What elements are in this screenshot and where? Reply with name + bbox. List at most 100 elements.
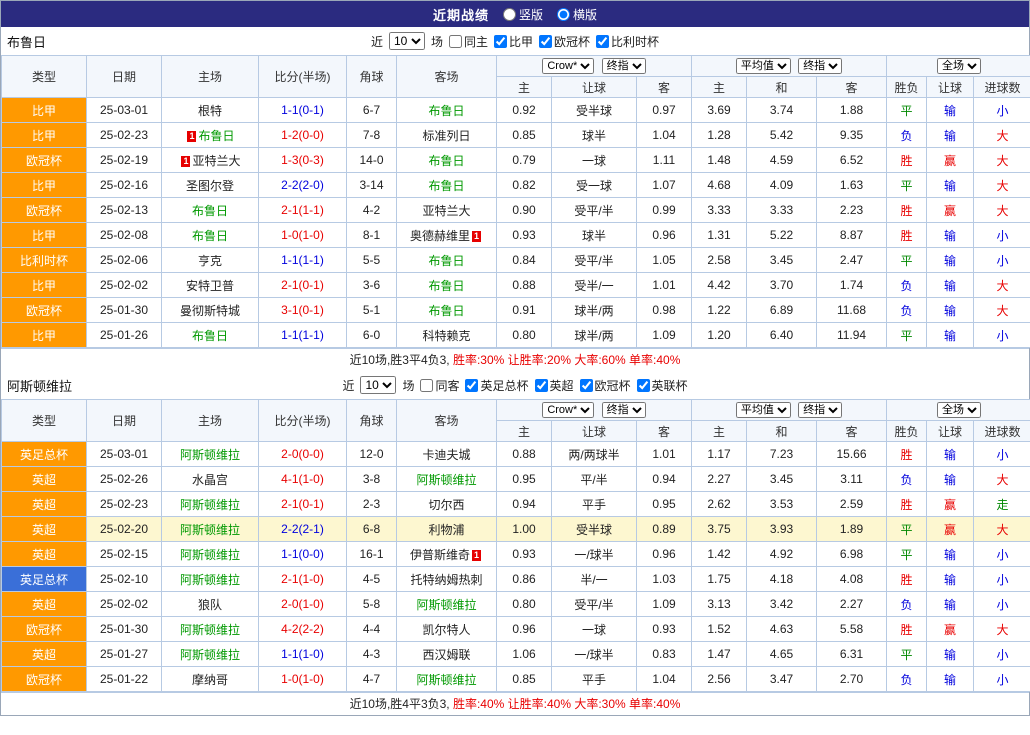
team-link[interactable]: 阿斯顿维拉 bbox=[180, 548, 240, 562]
match-count-select[interactable]: 10 bbox=[389, 32, 425, 50]
team-link[interactable]: 布鲁日 bbox=[192, 329, 228, 343]
team-link[interactable]: 伊普斯维奇 bbox=[410, 548, 470, 562]
same-venue-checkbox[interactable] bbox=[449, 35, 462, 48]
league-checkbox[interactable] bbox=[637, 379, 650, 392]
team-link[interactable]: 西汉姆联 bbox=[422, 648, 470, 662]
team-link[interactable]: 阿斯顿维拉 bbox=[180, 573, 240, 587]
layout-option-horizontal[interactable]: 横版 bbox=[557, 6, 597, 23]
handicap-away-odds: 1.01 bbox=[637, 442, 692, 467]
odds-source-select[interactable]: Crow* bbox=[542, 58, 594, 74]
league-checkbox[interactable] bbox=[465, 379, 478, 392]
team-link[interactable]: 托特纳姆热刺 bbox=[410, 573, 482, 587]
score-link[interactable]: 1-2(0-0) bbox=[281, 128, 324, 142]
team-link[interactable]: 阿斯顿维拉 bbox=[180, 448, 240, 462]
league-filter[interactable]: 英足总杯 bbox=[465, 377, 528, 394]
scope-select[interactable]: 全场 bbox=[937, 58, 981, 74]
league-checkbox[interactable] bbox=[539, 35, 552, 48]
team-link[interactable]: 根特 bbox=[198, 104, 222, 118]
league-filter[interactable]: 比甲 bbox=[494, 33, 533, 50]
odds-time-select[interactable]: 终指 bbox=[602, 58, 646, 74]
corners-cell: 3-14 bbox=[347, 173, 397, 198]
team-link[interactable]: 狼队 bbox=[198, 598, 222, 612]
team-link[interactable]: 凯尔特人 bbox=[422, 623, 470, 637]
team-link[interactable]: 布鲁日 bbox=[428, 154, 464, 168]
avg-home-odds: 2.58 bbox=[692, 248, 747, 273]
odds-source-select[interactable]: Crow* bbox=[542, 402, 594, 418]
team-link[interactable]: 亚特兰大 bbox=[192, 154, 240, 168]
score-link[interactable]: 1-1(1-0) bbox=[281, 647, 324, 661]
team-link[interactable]: 标准列日 bbox=[422, 129, 470, 143]
score-link[interactable]: 1-0(1-0) bbox=[281, 228, 324, 242]
team-link[interactable]: 利物浦 bbox=[428, 523, 464, 537]
team-link[interactable]: 布鲁日 bbox=[428, 179, 464, 193]
league-checkbox[interactable] bbox=[580, 379, 593, 392]
team-link[interactable]: 阿斯顿维拉 bbox=[180, 648, 240, 662]
team-link[interactable]: 亚特兰大 bbox=[422, 204, 470, 218]
team-link[interactable]: 布鲁日 bbox=[428, 304, 464, 318]
avg-source-select[interactable]: 平均值 bbox=[736, 58, 791, 74]
scope-select[interactable]: 全场 bbox=[937, 402, 981, 418]
team-link[interactable]: 布鲁日 bbox=[428, 279, 464, 293]
team-link[interactable]: 阿斯顿维拉 bbox=[416, 473, 476, 487]
same-venue-checkbox[interactable] bbox=[420, 379, 433, 392]
avg-draw-odds: 6.40 bbox=[747, 323, 817, 348]
team-link[interactable]: 布鲁日 bbox=[198, 129, 234, 143]
score-link[interactable]: 2-1(1-1) bbox=[281, 203, 324, 217]
league-filter[interactable]: 英超 bbox=[535, 377, 574, 394]
team-link[interactable]: 阿斯顿维拉 bbox=[180, 523, 240, 537]
team-link[interactable]: 布鲁日 bbox=[428, 104, 464, 118]
horizontal-layout-radio[interactable] bbox=[557, 8, 570, 21]
score-link[interactable]: 2-2(2-1) bbox=[281, 522, 324, 536]
avg-home-odds: 3.69 bbox=[692, 98, 747, 123]
team-link[interactable]: 摩纳哥 bbox=[192, 673, 228, 687]
same-venue-filter[interactable]: 同客 bbox=[420, 377, 459, 394]
score-link[interactable]: 2-0(0-0) bbox=[281, 447, 324, 461]
vertical-layout-radio[interactable] bbox=[503, 8, 516, 21]
team-link[interactable]: 奥德赫维里 bbox=[410, 229, 470, 243]
team-link[interactable]: 圣图尔登 bbox=[186, 179, 234, 193]
odds-time-select[interactable]: 终指 bbox=[602, 402, 646, 418]
avg-time-select[interactable]: 终指 bbox=[798, 402, 842, 418]
score-link[interactable]: 3-1(0-1) bbox=[281, 303, 324, 317]
team-link[interactable]: 曼彻斯特城 bbox=[180, 304, 240, 318]
team-link[interactable]: 布鲁日 bbox=[192, 204, 228, 218]
team-link[interactable]: 阿斯顿维拉 bbox=[180, 623, 240, 637]
team-link[interactable]: 阿斯顿维拉 bbox=[416, 673, 476, 687]
league-filter[interactable]: 比利时杯 bbox=[596, 33, 659, 50]
league-checkbox[interactable] bbox=[596, 35, 609, 48]
handicap-line: 球半/两 bbox=[552, 298, 637, 323]
score-link[interactable]: 1-1(0-0) bbox=[281, 547, 324, 561]
league-filter[interactable]: 欧冠杯 bbox=[580, 377, 631, 394]
match-count-select[interactable]: 10 bbox=[360, 376, 396, 394]
score-link[interactable]: 1-1(0-1) bbox=[281, 103, 324, 117]
score-link[interactable]: 2-1(1-0) bbox=[281, 572, 324, 586]
team-link[interactable]: 布鲁日 bbox=[192, 229, 228, 243]
league-checkbox[interactable] bbox=[535, 379, 548, 392]
score-link[interactable]: 2-1(0-1) bbox=[281, 278, 324, 292]
score-link[interactable]: 1-1(1-1) bbox=[281, 253, 324, 267]
score-link[interactable]: 1-3(0-3) bbox=[281, 153, 324, 167]
league-checkbox[interactable] bbox=[494, 35, 507, 48]
score-link[interactable]: 4-1(1-0) bbox=[281, 472, 324, 486]
team-link[interactable]: 切尔西 bbox=[428, 498, 464, 512]
team-link[interactable]: 亨克 bbox=[198, 254, 222, 268]
score-link[interactable]: 2-1(0-1) bbox=[281, 497, 324, 511]
team-link[interactable]: 阿斯顿维拉 bbox=[416, 598, 476, 612]
avg-time-select[interactable]: 终指 bbox=[798, 58, 842, 74]
score-link[interactable]: 4-2(2-2) bbox=[281, 622, 324, 636]
score-link[interactable]: 2-0(1-0) bbox=[281, 597, 324, 611]
league-filter[interactable]: 英联杯 bbox=[637, 377, 688, 394]
avg-source-select[interactable]: 平均值 bbox=[736, 402, 791, 418]
team-link[interactable]: 布鲁日 bbox=[428, 254, 464, 268]
score-link[interactable]: 2-2(2-0) bbox=[281, 178, 324, 192]
team-link[interactable]: 卡迪夫城 bbox=[422, 448, 470, 462]
team-link[interactable]: 阿斯顿维拉 bbox=[180, 498, 240, 512]
team-link[interactable]: 水晶宫 bbox=[192, 473, 228, 487]
same-venue-filter[interactable]: 同主 bbox=[449, 33, 488, 50]
score-link[interactable]: 1-0(1-0) bbox=[281, 672, 324, 686]
team-link[interactable]: 安特卫普 bbox=[186, 279, 234, 293]
layout-option-vertical[interactable]: 竖版 bbox=[503, 6, 543, 23]
team-link[interactable]: 科特赖克 bbox=[422, 329, 470, 343]
score-link[interactable]: 1-1(1-1) bbox=[281, 328, 324, 342]
league-filter[interactable]: 欧冠杯 bbox=[539, 33, 590, 50]
